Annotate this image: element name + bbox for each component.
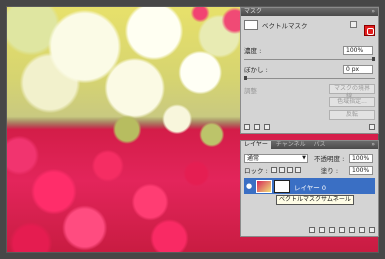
eye-icon[interactable] [264,124,270,130]
blend-row: 通常 ▼ 不透明度 : 100% [244,153,375,163]
mask-panel-titlebar[interactable]: マスク » [241,8,378,16]
visibility-eye-icon[interactable]: ● [246,182,252,190]
invert-button[interactable]: 反転 [329,110,375,120]
color-range-button[interactable]: 色域指定... [329,97,375,107]
delete-layer-icon[interactable] [369,227,375,233]
vector-mask-add-icon[interactable] [364,25,375,36]
new-group-icon[interactable] [349,227,355,233]
tab-layers[interactable]: レイヤー [241,141,271,149]
chevron-down-icon: ▼ [302,154,306,161]
apply-mask-icon[interactable] [254,124,260,130]
layer-name[interactable]: レイヤー 0 [294,182,326,192]
feather-row: ぼかし : 0 px [244,64,375,74]
lock-transparency-icon[interactable] [270,167,277,173]
lock-all-icon[interactable] [294,167,301,173]
load-selection-icon[interactable] [244,124,250,130]
fill-label: 塗り : [320,167,339,175]
vector-mask-label: ベクトルマスク [262,22,308,30]
new-layer-icon[interactable] [359,227,365,233]
tab-paths[interactable]: パス [311,141,329,149]
density-row: 濃度 : 100% [244,45,375,55]
blend-mode-value: 通常 [247,154,260,162]
pixel-mask-icon[interactable] [350,21,357,28]
add-mask-icon[interactable] [329,227,335,233]
feather-field[interactable]: 0 px [343,64,373,74]
vector-mask-row: ベクトルマスク [244,20,375,30]
lock-position-icon[interactable] [286,167,293,173]
lock-row: ロック : 塗り : 100% [244,165,375,175]
mask-edge-button[interactable]: マスクの境界線... [329,84,375,100]
density-label: 濃度 : [244,47,262,55]
panel-collapse-icon[interactable]: » [371,8,375,16]
feather-slider[interactable] [244,76,375,80]
layers-panel-tabbar: レイヤー チャンネル パス » [241,141,378,149]
photoshop-workspace: マスク » ベクトルマスク 濃度 : 100% ぼかし : 0 px 調整 マス… [0,0,385,259]
lock-pixels-icon[interactable] [278,167,285,173]
blend-mode-select[interactable]: 通常 ▼ [244,153,308,163]
layer-thumbnail[interactable] [256,180,272,193]
layer-row[interactable]: ● レイヤー 0 [244,178,375,194]
density-slider[interactable] [244,57,375,61]
vector-mask-thumbnail[interactable] [274,180,290,193]
layers-panel: レイヤー チャンネル パス » 通常 ▼ 不透明度 : 100% ロック : 塗… [240,140,379,237]
layers-panel-footer [244,226,375,234]
feather-label: ぼかし : [244,66,268,74]
adjustment-layer-icon[interactable] [339,227,345,233]
fill-field[interactable]: 100% [349,165,373,175]
trash-icon[interactable] [369,124,375,130]
adjust-label: 調整 [244,87,257,95]
mask-panel: マスク » ベクトルマスク 濃度 : 100% ぼかし : 0 px 調整 マス… [240,7,379,134]
mask-thumbnail[interactable] [244,20,258,30]
feather-slider-knob[interactable] [244,76,247,80]
panel-collapse-icon[interactable]: » [371,141,375,149]
density-slider-knob[interactable] [372,57,375,61]
tab-channels[interactable]: チャンネル [273,141,309,149]
tooltip: ベクトルマスクサムネール [276,195,354,205]
link-layers-icon[interactable] [309,227,315,233]
opacity-label: 不透明度 : [314,155,345,163]
mask-panel-title: マスク [244,8,263,15]
density-field[interactable]: 100% [343,45,373,55]
opacity-field[interactable]: 100% [349,153,373,163]
layer-style-icon[interactable] [319,227,325,233]
lock-label: ロック : [244,167,268,175]
mask-panel-footer [244,123,375,131]
